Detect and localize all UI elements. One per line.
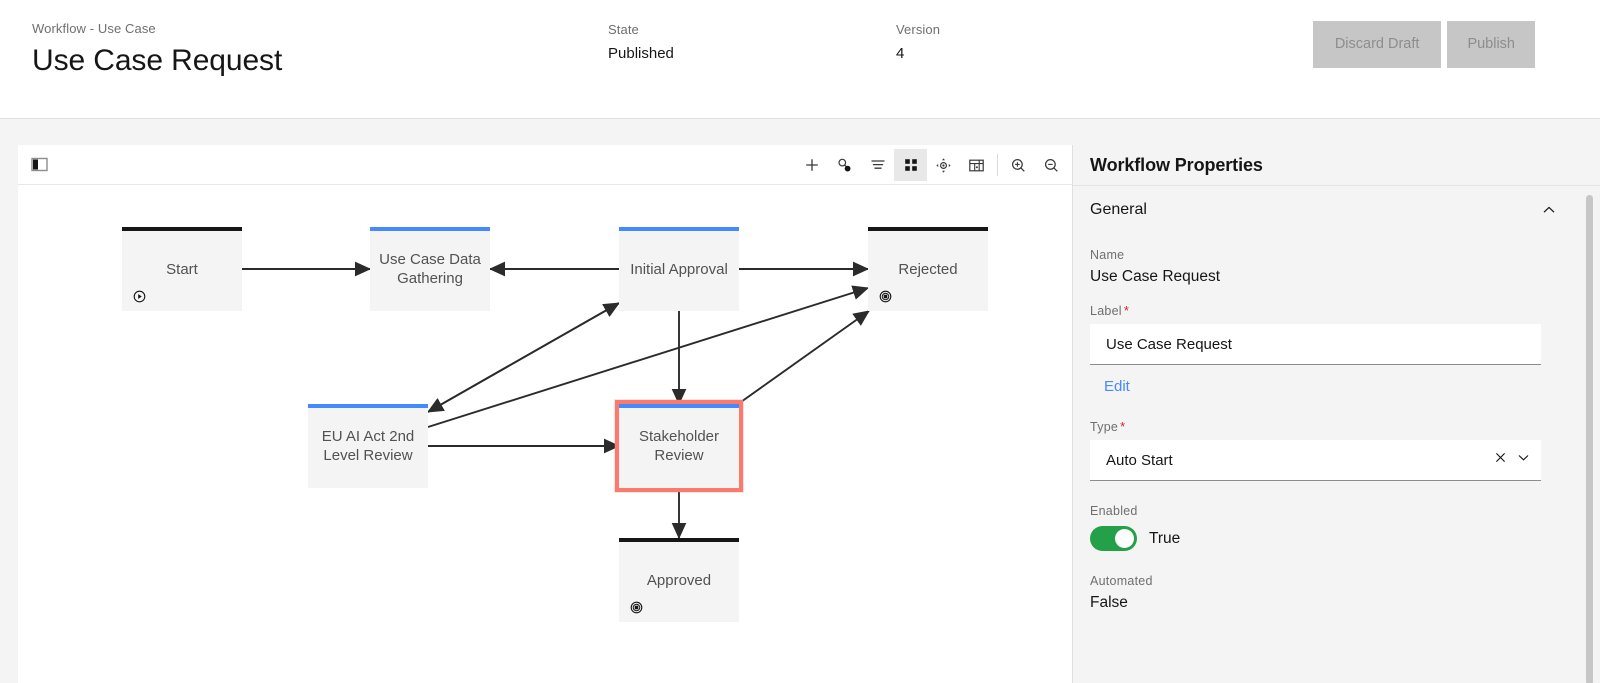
label-label-text: Label: [1090, 304, 1122, 318]
canvas-surface[interactable]: Start Use Case Data Gathering Initial Appr…: [18, 186, 1072, 683]
end-icon: [879, 290, 892, 303]
automated-value: False: [1090, 594, 1128, 611]
canvas-toolbar-buttons: [795, 145, 1068, 185]
node-type-bar: [122, 227, 242, 231]
type-label-text: Type: [1090, 420, 1119, 434]
label-input[interactable]: [1090, 324, 1541, 365]
node-label: Rejected: [898, 260, 958, 278]
canvas-toolbar: [18, 145, 1072, 185]
header-title-block: Workflow - Use Case Use Case Request: [32, 20, 282, 81]
node-type-bar: [619, 404, 739, 408]
state-meta: State Published: [608, 21, 674, 65]
search-trace-icon[interactable]: [828, 149, 861, 181]
enabled-toggle[interactable]: [1090, 526, 1137, 551]
node-label: Start: [166, 260, 198, 278]
panel-toggle-icon[interactable]: [26, 152, 52, 178]
workflow-edge-stakeholder-to-rejected[interactable]: [737, 310, 870, 405]
node-type-bar: [619, 538, 739, 542]
version-meta: Version 4: [896, 21, 940, 65]
breadcrumb: Workflow - Use Case: [32, 21, 156, 36]
chevron-up-icon[interactable]: [1541, 202, 1557, 218]
field-name: Name Use Case Request: [1090, 247, 1583, 288]
workflow-node-initial[interactable]: Initial Approval: [619, 227, 739, 311]
workflow-canvas-region: Start Use Case Data Gathering Initial Appr…: [18, 145, 1072, 683]
automated-label: Automated: [1090, 574, 1153, 588]
name-label: Name: [1090, 248, 1125, 262]
type-label: Type *: [1090, 418, 1583, 436]
workflow-edge-initial-to-euaiact[interactable]: [427, 302, 620, 413]
body-wrapper: Start Use Case Data Gathering Initial Appr…: [0, 119, 1600, 683]
field-automated: Automated False: [1090, 573, 1583, 614]
chevron-down-icon[interactable]: [1516, 450, 1531, 470]
field-label-group: Label* Edit: [1090, 302, 1583, 396]
node-label: EU AI Act 2nd Level Review: [321, 428, 415, 464]
node-label: Stakeholder Review: [638, 428, 720, 464]
header-actions: Discard Draft Publish: [1312, 21, 1535, 68]
zoom-in-icon[interactable]: [1002, 149, 1035, 181]
app-header: Workflow - Use Case Use Case Request Sta…: [0, 0, 1600, 119]
zoom-out-icon[interactable]: [1035, 149, 1068, 181]
workflow-node-rejected[interactable]: Rejected: [868, 227, 988, 311]
node-label: Use Case Data Gathering: [379, 251, 481, 287]
state-label: State: [608, 22, 639, 37]
enabled-label: Enabled: [1090, 504, 1138, 518]
properties-title: Workflow Properties: [1090, 154, 1263, 175]
label-label: Label *: [1090, 302, 1583, 320]
start-icon: [133, 290, 146, 303]
state-value: Published: [608, 45, 674, 62]
end-icon: [630, 601, 643, 614]
field-enabled: Enabled True: [1090, 503, 1583, 551]
workflow-node-stakeholder[interactable]: Stakeholder Review: [615, 400, 743, 492]
edit-link[interactable]: Edit: [1104, 378, 1130, 395]
workflow-node-approved[interactable]: Approved: [619, 538, 739, 622]
workflow-node-start[interactable]: Start: [122, 227, 242, 311]
discard-draft-button[interactable]: Discard Draft: [1312, 21, 1442, 68]
add-icon[interactable]: [795, 149, 828, 181]
fit-center-icon[interactable]: [927, 149, 960, 181]
toolbar-divider: [997, 154, 998, 176]
minimap-icon[interactable]: [960, 149, 993, 181]
node-type-bar: [868, 227, 988, 231]
required-asterisk-type: *: [1120, 419, 1126, 434]
node-type-bar: [619, 227, 739, 231]
type-select[interactable]: Auto Start: [1090, 440, 1541, 481]
node-type-bar: [370, 227, 490, 231]
field-type: Type * Auto Start: [1090, 418, 1583, 481]
version-label: Version: [896, 22, 941, 37]
section-general[interactable]: General: [1090, 187, 1583, 233]
name-value: Use Case Request: [1090, 268, 1221, 285]
version-value: 4: [896, 45, 905, 62]
publish-button[interactable]: Publish: [1447, 21, 1535, 68]
workflow-node-gathering[interactable]: Use Case Data Gathering: [370, 227, 490, 311]
workflow-node-euaiact[interactable]: EU AI Act 2nd Level Review: [308, 404, 428, 488]
properties-scroll-area: General Name Use Case Request Label* Edi…: [1073, 187, 1600, 683]
properties-header: Workflow Properties: [1073, 145, 1600, 186]
align-icon[interactable]: [861, 149, 894, 181]
toggle-knob: [1115, 529, 1134, 548]
node-type-bar: [308, 404, 428, 408]
enabled-toggle-row: True: [1090, 526, 1583, 551]
grid-layout-icon[interactable]: [894, 149, 927, 181]
workflow-properties-panel: Workflow Properties General Name Use Cas…: [1072, 145, 1600, 683]
type-select-icons: [1493, 440, 1531, 480]
page-title: Use Case Request: [32, 44, 283, 77]
required-asterisk: *: [1123, 303, 1130, 318]
node-label: Initial Approval: [630, 260, 728, 278]
properties-scrollbar[interactable]: [1586, 195, 1593, 683]
node-label: Approved: [646, 571, 712, 589]
clear-icon[interactable]: [1493, 450, 1508, 470]
enabled-value: True: [1149, 529, 1181, 547]
type-select-value: Auto Start: [1106, 451, 1173, 469]
section-general-label: General: [1090, 201, 1147, 218]
